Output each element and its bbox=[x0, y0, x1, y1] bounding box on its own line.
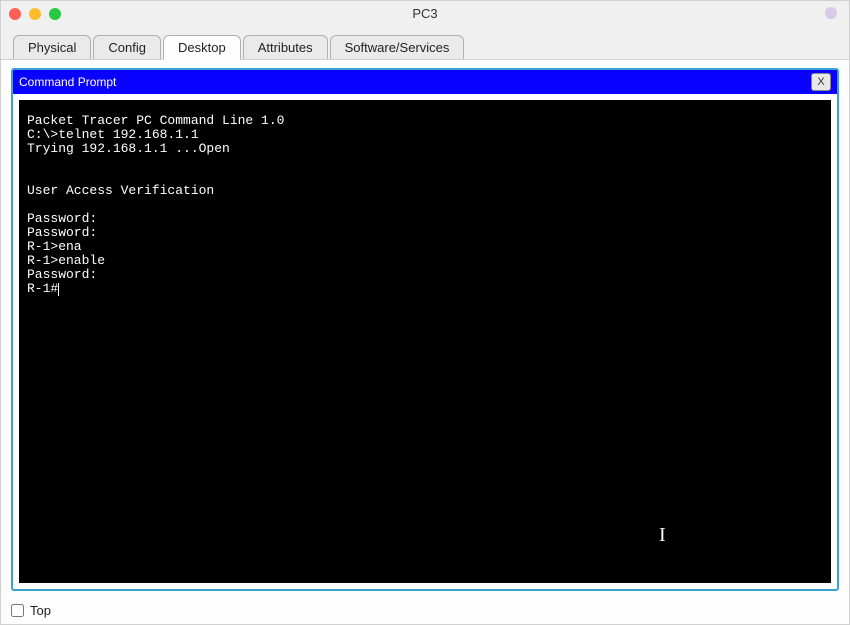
tabstrip: Physical Config Desktop Attributes Softw… bbox=[1, 26, 849, 60]
text-cursor-icon: I bbox=[659, 528, 666, 542]
terminal-container: Packet Tracer PC Command Line 1.0 C:\>te… bbox=[13, 94, 837, 589]
top-checkbox[interactable] bbox=[11, 604, 24, 617]
footer: Top bbox=[1, 597, 849, 624]
app-window: PC3 Physical Config Desktop Attributes S… bbox=[0, 0, 850, 625]
tab-physical[interactable]: Physical bbox=[13, 35, 91, 59]
window-status-dot-icon bbox=[825, 7, 837, 19]
tab-desktop[interactable]: Desktop bbox=[163, 35, 241, 60]
command-prompt-title: Command Prompt bbox=[19, 75, 116, 89]
window-zoom-icon[interactable] bbox=[49, 8, 61, 20]
tab-content: Command Prompt X Packet Tracer PC Comman… bbox=[1, 60, 849, 597]
tab-config[interactable]: Config bbox=[93, 35, 161, 59]
tab-software[interactable]: Software/Services bbox=[330, 35, 465, 59]
command-prompt-frame: Command Prompt X Packet Tracer PC Comman… bbox=[11, 68, 839, 591]
window-close-icon[interactable] bbox=[9, 8, 21, 20]
command-prompt-titlebar: Command Prompt X bbox=[13, 70, 837, 94]
close-icon: X bbox=[817, 76, 824, 88]
terminal[interactable]: Packet Tracer PC Command Line 1.0 C:\>te… bbox=[19, 100, 831, 583]
window-minimize-icon[interactable] bbox=[29, 8, 41, 20]
command-prompt-close-button[interactable]: X bbox=[811, 73, 831, 91]
top-checkbox-label[interactable]: Top bbox=[30, 603, 51, 618]
window-title: PC3 bbox=[1, 6, 849, 21]
traffic-lights bbox=[9, 8, 61, 20]
titlebar: PC3 bbox=[1, 1, 849, 26]
tab-attributes[interactable]: Attributes bbox=[243, 35, 328, 59]
